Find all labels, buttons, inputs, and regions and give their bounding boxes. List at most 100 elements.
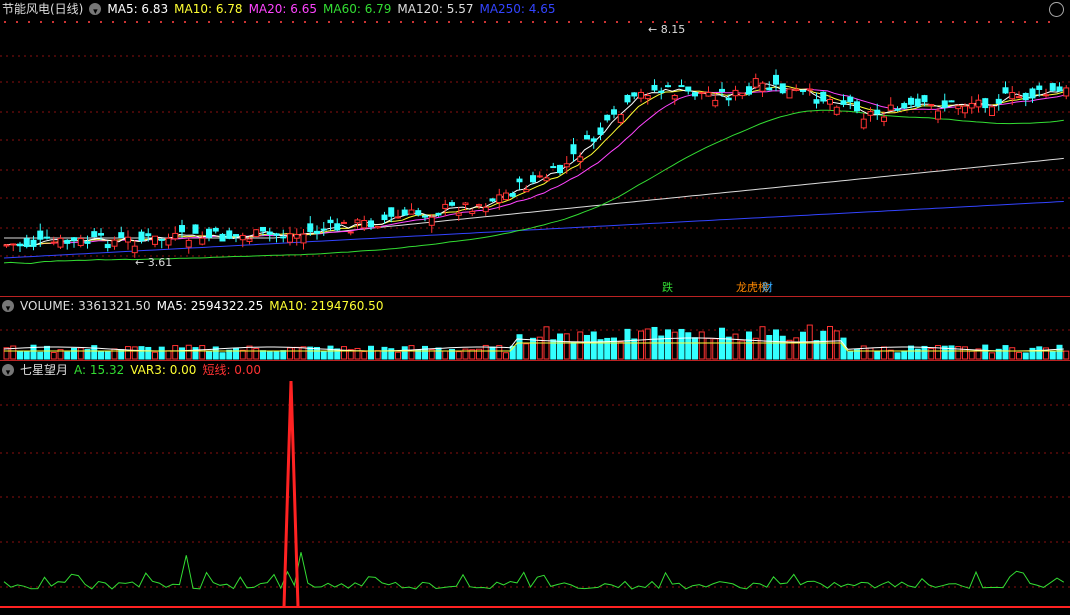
volume-bar [239, 349, 246, 360]
stock-title: 节能风电(日线) [2, 2, 84, 16]
volume-bar [152, 351, 158, 360]
candle-body [435, 212, 442, 216]
candle-body [833, 106, 840, 115]
volume-bar [1009, 347, 1016, 360]
candle-body [314, 230, 320, 234]
volume-bar [887, 349, 894, 360]
candle-body [415, 210, 422, 216]
candle-body [3, 244, 10, 247]
candle-body [17, 243, 23, 247]
candle-body [320, 228, 327, 231]
candle-body [759, 82, 766, 92]
candle-body [273, 233, 280, 236]
candle-body [71, 237, 77, 241]
candle-body [928, 104, 935, 107]
candle-body [1022, 92, 1029, 101]
candle-body [77, 238, 84, 246]
ma10-label: MA10: 6.78 [174, 2, 243, 16]
candle-body [401, 209, 408, 216]
candle-body [948, 100, 955, 103]
volume-ma10: MA10: 2194760.50 [269, 299, 384, 313]
candle-body [881, 116, 887, 122]
candle-body [185, 239, 192, 248]
volume-bar [327, 345, 334, 360]
ma10-line [3, 85, 1064, 247]
volume-bar [503, 352, 509, 360]
candle-body [962, 105, 968, 114]
volume-bar [158, 346, 165, 360]
candle-body [530, 175, 536, 183]
candle-body [604, 114, 611, 121]
collapse-circle-icon[interactable]: ▾ [89, 3, 102, 17]
candle-body [989, 106, 995, 116]
price-chart[interactable]: ← 8.15 ← 3.61 [0, 0, 1070, 296]
collapse-circle-icon[interactable]: ▾ [2, 300, 14, 314]
indicator-chart[interactable] [0, 361, 1070, 615]
candle-body [935, 110, 941, 120]
candle-body [1056, 86, 1063, 92]
volume-header: ▾ VOLUME: 3361321.50 MA5: 2594322.25 MA1… [0, 297, 383, 315]
candle-body [442, 203, 449, 209]
candle-body [118, 232, 125, 238]
candle-body [111, 239, 118, 247]
candle-body [1043, 94, 1049, 97]
candle-body [165, 237, 172, 246]
candle-body [334, 223, 341, 231]
collapse-circle-icon[interactable]: ▾ [2, 364, 14, 378]
volume-bar [253, 347, 260, 360]
candle-body [827, 99, 833, 105]
volume-pane[interactable]: ▾ VOLUME: 3361321.50 MA5: 2594322.25 MA1… [0, 297, 1070, 360]
volume-bar [192, 347, 199, 360]
candle-body [611, 109, 617, 115]
badge-fall[interactable]: 跌 [660, 281, 675, 295]
candle-body [1063, 87, 1070, 97]
candle-body [300, 233, 307, 244]
candle-body [293, 234, 300, 239]
candle-body [91, 231, 98, 238]
indicator-pane[interactable]: ▾ 七星望月 A: 15.32 VAR3: 0.00 短线: 0.00 [0, 361, 1070, 615]
volume-bar [23, 351, 30, 360]
volume-bar [847, 350, 854, 360]
indicator-var3: VAR3: 0.00 [130, 363, 197, 377]
volume-bar [320, 351, 327, 360]
candle-body [1029, 88, 1036, 99]
candle-body [698, 91, 705, 94]
volume-bar [50, 351, 57, 360]
candle-body [644, 95, 651, 100]
volume-bar [908, 345, 914, 360]
candle-body [482, 206, 489, 213]
volume-bar [138, 346, 145, 360]
volume-bar [408, 345, 415, 360]
volume-bar [125, 346, 131, 360]
volume-bar [273, 351, 280, 360]
price-pane[interactable]: 节能风电(日线) ▾ MA5: 6.83 MA10: 6.78 MA20: 6.… [0, 0, 1070, 296]
candle-body [638, 91, 644, 99]
badge-finance[interactable]: 财 [760, 281, 775, 295]
candle-body [496, 194, 503, 203]
candle-body [820, 91, 827, 102]
volume-bar [617, 341, 624, 360]
candle-body [462, 202, 469, 206]
candle-body [266, 231, 273, 235]
candle-body [840, 100, 847, 105]
high-price-label: ← 8.15 [648, 23, 685, 36]
circle-icon[interactable] [1049, 2, 1064, 17]
volume-bar [948, 345, 955, 360]
candle-body [307, 223, 314, 232]
volume-bar [921, 345, 928, 360]
candle-body [158, 238, 165, 241]
candle-body [179, 225, 185, 233]
volume-bar [928, 347, 935, 360]
volume-bar [874, 351, 881, 360]
volume-bar [570, 341, 577, 360]
candle-body [746, 86, 752, 95]
volume-bar [1016, 351, 1022, 360]
volume-bar [179, 347, 185, 360]
volume-bar [401, 346, 408, 360]
volume-bar [104, 351, 111, 360]
candle-body [509, 193, 516, 197]
volume-bar [766, 334, 773, 360]
candle-body [550, 166, 557, 169]
volume-bar [955, 346, 962, 360]
candle-body [1049, 83, 1056, 91]
